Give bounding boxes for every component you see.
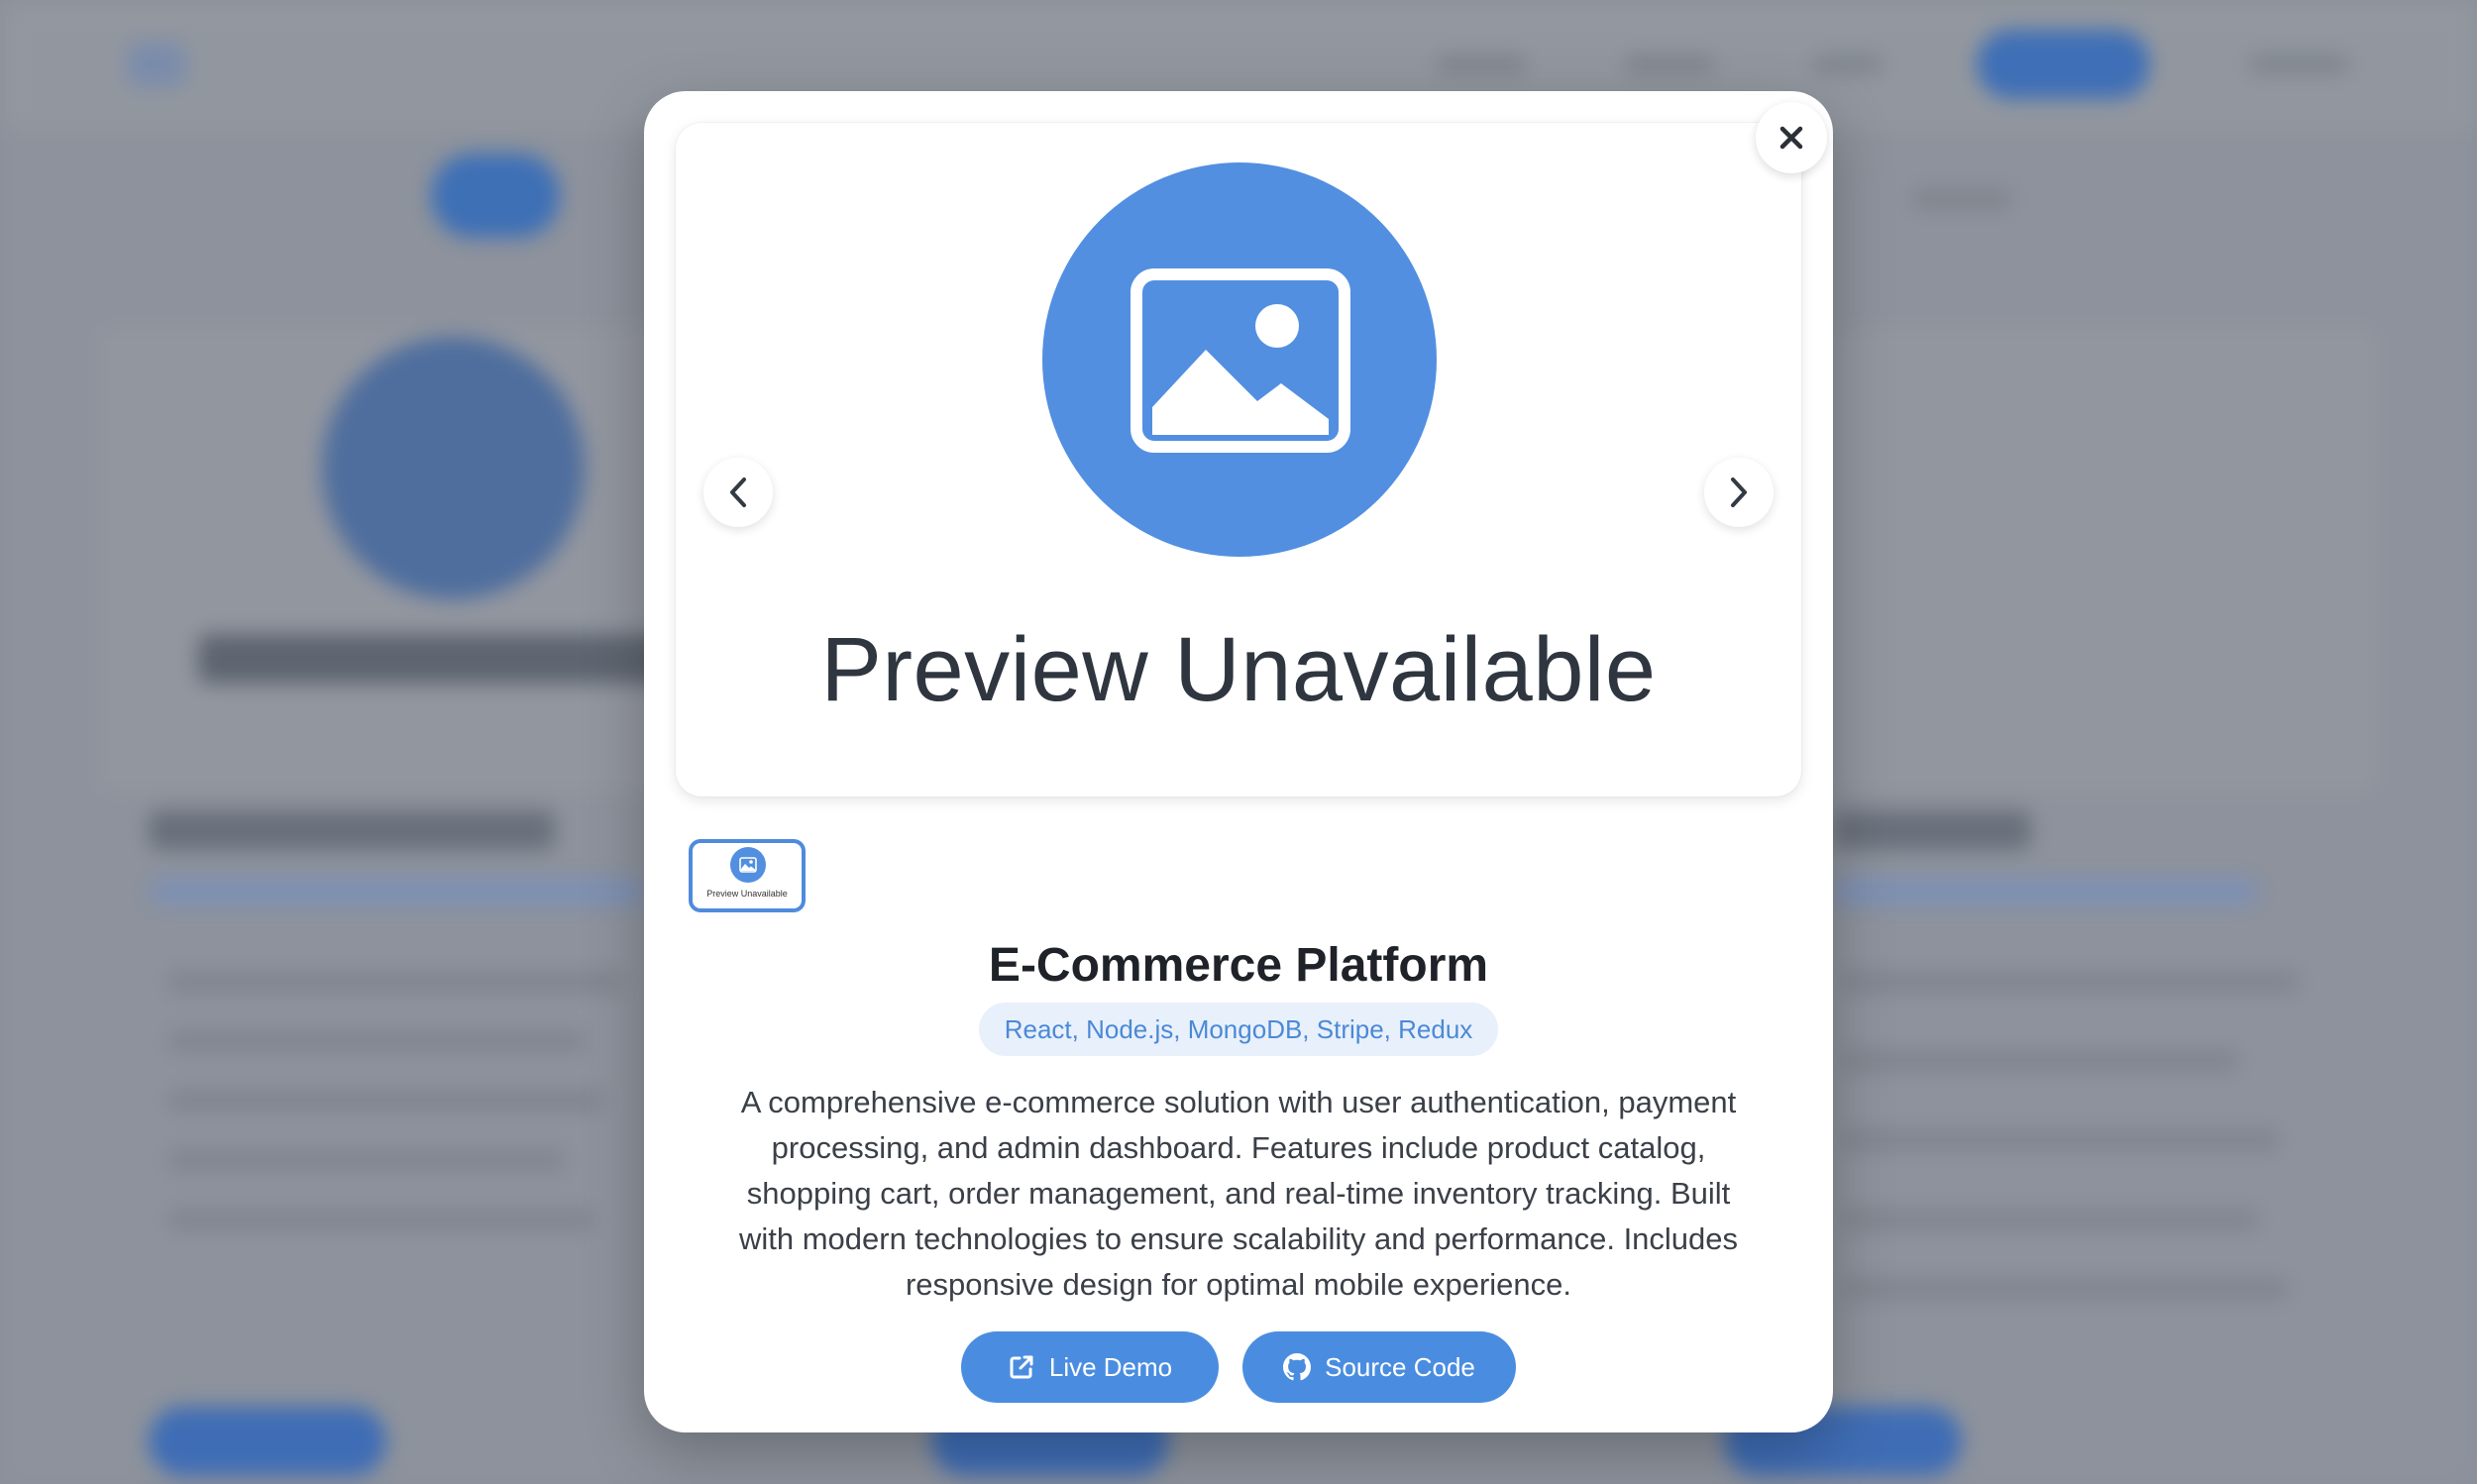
thumbnail-image-circle bbox=[730, 847, 766, 883]
background-filter-pill bbox=[431, 154, 560, 238]
background-chips bbox=[149, 877, 644, 906]
background-image-circle bbox=[322, 337, 585, 599]
background-text-line bbox=[1843, 1278, 2289, 1300]
chevron-right-icon bbox=[1731, 477, 1747, 507]
project-description: A comprehensive e-commerce solution with… bbox=[738, 1085, 1739, 1302]
chevron-left-icon bbox=[730, 477, 746, 507]
project-title: E-Commerce Platform bbox=[988, 939, 1489, 992]
external-link-icon bbox=[1010, 1355, 1033, 1379]
tech-stack-badge: React, Node.js, MongoDB, Stripe, Redux bbox=[979, 1003, 1498, 1056]
background-text-line bbox=[168, 1090, 604, 1112]
github-icon bbox=[1283, 1353, 1312, 1381]
background-heading bbox=[1833, 810, 2031, 850]
background-text-line bbox=[168, 971, 624, 993]
background-text-line bbox=[168, 1149, 565, 1171]
source-code-button[interactable]: Source Code bbox=[1242, 1331, 1516, 1403]
background-text-line bbox=[1843, 971, 2299, 993]
source-code-label: Source Code bbox=[1325, 1351, 1475, 1382]
background-text-line bbox=[168, 1030, 585, 1052]
background-chips bbox=[1833, 877, 2259, 906]
background-text-line bbox=[1843, 1209, 2259, 1230]
background-text-line bbox=[1843, 1050, 2239, 1072]
background-text-line bbox=[1843, 1129, 2279, 1151]
background-button bbox=[149, 1407, 386, 1476]
background-nav-button bbox=[1977, 30, 2150, 99]
background-nav-link bbox=[1625, 54, 1714, 74]
background-tab bbox=[1912, 188, 2011, 210]
preview-image-circle bbox=[1042, 162, 1437, 557]
thumbnail-item[interactable]: Preview Unavailable bbox=[689, 839, 806, 912]
preview-carousel: Preview Unavailable bbox=[676, 123, 1801, 796]
image-icon bbox=[1131, 268, 1350, 453]
background-card bbox=[1833, 327, 2378, 793]
background-nav-link bbox=[1437, 54, 1526, 74]
background-heading bbox=[149, 810, 555, 850]
close-icon bbox=[1779, 126, 1803, 150]
background-title bbox=[198, 634, 713, 684]
background-text-line bbox=[168, 1209, 594, 1230]
thumbnail-label: Preview Unavailable bbox=[706, 889, 788, 899]
carousel-prev-button[interactable] bbox=[703, 458, 773, 527]
preview-unavailable-text: Preview Unavailable bbox=[820, 619, 1657, 720]
background-nav-link bbox=[2249, 54, 2348, 74]
live-demo-label: Live Demo bbox=[1048, 1351, 1173, 1382]
background-logo bbox=[127, 42, 186, 87]
close-modal-button[interactable] bbox=[1756, 102, 1827, 173]
live-demo-button[interactable]: Live Demo bbox=[961, 1331, 1219, 1403]
image-icon bbox=[739, 857, 757, 873]
background-nav-link bbox=[1813, 54, 1883, 74]
project-modal: Preview Unavailable Preview Unavailable … bbox=[644, 91, 1833, 1432]
carousel-next-button[interactable] bbox=[1704, 458, 1774, 527]
